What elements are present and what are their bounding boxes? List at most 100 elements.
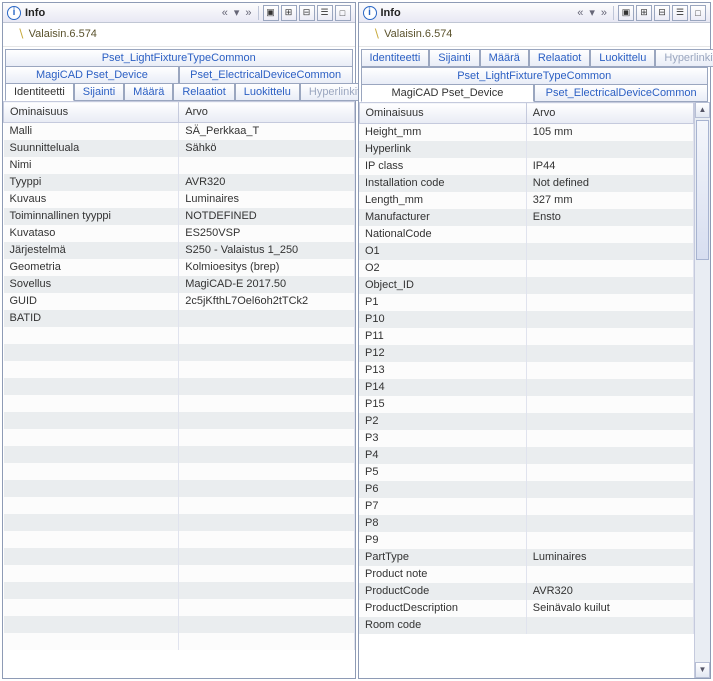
- table-row[interactable]: KuvatasoES250VSP: [4, 225, 355, 242]
- table-row[interactable]: GeometriaKolmioesitys (brep): [4, 259, 355, 276]
- table-row[interactable]: ProductDescriptionSeinävalo kuilut: [359, 600, 694, 617]
- table-row[interactable]: P12: [359, 345, 694, 362]
- tab-pset-electrical[interactable]: Pset_ElectricalDeviceCommon: [179, 66, 353, 84]
- tab-pset-lightfixture[interactable]: Pset_LightFixtureTypeCommon: [5, 49, 353, 67]
- col-header-value[interactable]: Arvo: [526, 103, 693, 124]
- table-row[interactable]: P10: [359, 311, 694, 328]
- col-header-value[interactable]: Arvo: [179, 102, 354, 123]
- tool-focus-icon[interactable]: ▣: [263, 5, 279, 21]
- nav-dropdown-icon[interactable]: ▾: [232, 6, 242, 19]
- table-row[interactable]: P7: [359, 498, 694, 515]
- panel-title: Info: [381, 7, 401, 19]
- tool-focus-icon[interactable]: ▣: [618, 5, 634, 21]
- value-cell: [179, 310, 354, 327]
- table-row[interactable]: P8: [359, 515, 694, 532]
- table-row[interactable]: P6: [359, 481, 694, 498]
- table-row[interactable]: Nimi: [4, 157, 355, 174]
- tool-expand-icon[interactable]: ⊞: [636, 5, 652, 21]
- tab-identiteetti[interactable]: Identiteetti: [5, 83, 74, 101]
- nav-first-icon[interactable]: «: [220, 7, 230, 19]
- table-row[interactable]: Room code: [359, 617, 694, 634]
- table-row[interactable]: ProductCodeAVR320: [359, 583, 694, 600]
- table-row[interactable]: Length_mm327 mm: [359, 192, 694, 209]
- table-row[interactable]: O1: [359, 243, 694, 260]
- scroll-track[interactable]: [695, 118, 710, 662]
- table-row[interactable]: P4: [359, 447, 694, 464]
- tab-magicad-pset-device[interactable]: MagiCAD Pset_Device: [361, 84, 535, 102]
- table-row[interactable]: P1: [359, 294, 694, 311]
- tab-sijainti[interactable]: Sijainti: [429, 49, 479, 67]
- table-row[interactable]: ManufacturerEnsto: [359, 209, 694, 226]
- table-row[interactable]: SovellusMagiCAD-E 2017.50: [4, 276, 355, 293]
- property-cell: Tyyppi: [4, 174, 179, 191]
- table-row[interactable]: O2: [359, 260, 694, 277]
- table-row[interactable]: Height_mm105 mm: [359, 124, 694, 141]
- panel-header: i Info « ▾ » ▣ ⊞ ⊟ ☰ □: [3, 3, 355, 23]
- table-row[interactable]: NationalCode: [359, 226, 694, 243]
- table-row[interactable]: JärjestelmäS250 - Valaistus 1_250: [4, 242, 355, 259]
- table-row[interactable]: P14: [359, 379, 694, 396]
- property-cell: P3: [359, 430, 526, 447]
- nav-next-icon[interactable]: »: [599, 7, 609, 19]
- table-row[interactable]: P9: [359, 532, 694, 549]
- tab-relaatiot[interactable]: Relaatiot: [173, 83, 234, 101]
- tab-relaatiot[interactable]: Relaatiot: [529, 49, 590, 67]
- table-row[interactable]: Installation codeNot defined: [359, 175, 694, 192]
- tab-pset-electrical[interactable]: Pset_ElectricalDeviceCommon: [534, 84, 708, 102]
- property-cell: P8: [359, 515, 526, 532]
- col-header-property[interactable]: Ominaisuus: [359, 103, 526, 124]
- tool-collapse-icon[interactable]: ⊟: [299, 5, 315, 21]
- scroll-up-icon[interactable]: ▲: [695, 102, 710, 118]
- nav-first-icon[interactable]: «: [575, 7, 585, 19]
- table-row[interactable]: BATID: [4, 310, 355, 327]
- tab-identiteetti[interactable]: Identiteetti: [361, 49, 430, 67]
- tool-list-icon[interactable]: ☰: [672, 5, 688, 21]
- scroll-down-icon[interactable]: ▼: [695, 662, 710, 678]
- col-header-property[interactable]: Ominaisuus: [4, 102, 179, 123]
- table-row[interactable]: P15: [359, 396, 694, 413]
- object-label: Valaisin.6.574: [29, 28, 97, 40]
- tool-window-icon[interactable]: □: [690, 5, 706, 21]
- table-row[interactable]: Hyperlink: [359, 141, 694, 158]
- tab-luokittelu[interactable]: Luokittelu: [235, 83, 300, 101]
- header-toolbar: « ▾ » ▣ ⊞ ⊟ ☰ □: [220, 5, 351, 21]
- value-cell: [526, 362, 693, 379]
- table-row[interactable]: P2: [359, 413, 694, 430]
- table-row[interactable]: IP classIP44: [359, 158, 694, 175]
- table-row[interactable]: Product note: [359, 566, 694, 583]
- value-cell: [179, 514, 354, 531]
- property-cell: P5: [359, 464, 526, 481]
- tool-window-icon[interactable]: □: [335, 5, 351, 21]
- table-row[interactable]: PartTypeLuminaires: [359, 549, 694, 566]
- scrollbar[interactable]: ▲ ▼: [694, 102, 710, 678]
- table-row[interactable]: GUID2c5jKfthL7Oel6oh2tTCk2: [4, 293, 355, 310]
- table-row[interactable]: P11: [359, 328, 694, 345]
- tab-maara[interactable]: Määrä: [480, 49, 529, 67]
- tab-luokittelu[interactable]: Luokittelu: [590, 49, 655, 67]
- tool-expand-icon[interactable]: ⊞: [281, 5, 297, 21]
- nav-next-icon[interactable]: »: [243, 7, 253, 19]
- tool-collapse-icon[interactable]: ⊟: [654, 5, 670, 21]
- object-breadcrumb[interactable]: ∖ Valaisin.6.574: [3, 23, 355, 47]
- table-row[interactable]: KuvausLuminaires: [4, 191, 355, 208]
- table-row[interactable]: TyyppiAVR320: [4, 174, 355, 191]
- table-row[interactable]: MalliSÄ_Perkkaa_T: [4, 123, 355, 140]
- tab-maara[interactable]: Määrä: [124, 83, 173, 101]
- table-row[interactable]: P13: [359, 362, 694, 379]
- tab-magicad-pset-device[interactable]: MagiCAD Pset_Device: [5, 66, 179, 84]
- nav-dropdown-icon[interactable]: ▾: [587, 6, 597, 19]
- tab-pset-lightfixture[interactable]: Pset_LightFixtureTypeCommon: [361, 67, 709, 85]
- tool-list-icon[interactable]: ☰: [317, 5, 333, 21]
- tab-hyperlinkit[interactable]: Hyperlinkit: [655, 49, 713, 67]
- tab-sijainti[interactable]: Sijainti: [74, 83, 124, 101]
- table-row[interactable]: Toiminnallinen tyyppiNOTDEFINED: [4, 208, 355, 225]
- object-breadcrumb[interactable]: ∖ Valaisin.6.574: [359, 23, 711, 47]
- table-row[interactable]: P3: [359, 430, 694, 447]
- table-row[interactable]: P5: [359, 464, 694, 481]
- property-cell: O2: [359, 260, 526, 277]
- table-row[interactable]: Object_ID: [359, 277, 694, 294]
- table-row[interactable]: SuunnittelualaSähkö: [4, 140, 355, 157]
- scroll-thumb[interactable]: [696, 120, 709, 260]
- property-cell: [4, 633, 179, 650]
- table-row-empty: [4, 531, 355, 548]
